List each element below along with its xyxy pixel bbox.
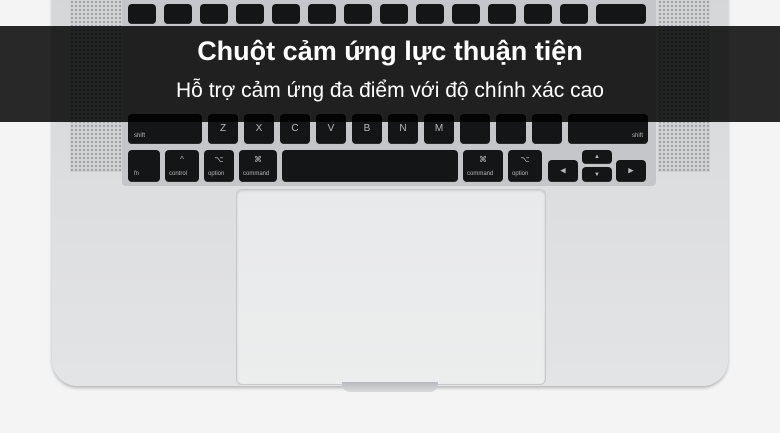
key-top-6 [308, 4, 336, 24]
key-label: Z [219, 123, 227, 134]
key-top-11 [488, 4, 516, 24]
key-label: X [255, 123, 263, 134]
option-symbol-icon: ⌥ [214, 155, 224, 164]
key-fn: fn [128, 150, 160, 182]
arrow-up-icon: ▲ [594, 154, 600, 160]
banner-subtitle: Hỗ trợ cảm ứng đa điểm với độ chính xác … [176, 79, 604, 102]
arrow-right-icon: ▶ [628, 167, 634, 175]
command-symbol-icon: ⌘ [479, 155, 487, 164]
option-symbol-icon: ⌥ [520, 155, 530, 164]
key-top-2 [164, 4, 192, 24]
key-arrow-right: ▶ [616, 160, 646, 182]
key-label: V [327, 123, 335, 134]
key-label: option [208, 171, 225, 177]
key-command-right: ⌘ command [463, 150, 503, 182]
key-label: command [243, 171, 270, 177]
key-command-left: ⌘ command [239, 150, 277, 182]
key-arrow-down: ▼ [582, 167, 612, 182]
key-label: C [291, 123, 299, 134]
arrow-down-icon: ▼ [594, 171, 600, 178]
key-label: M [434, 123, 444, 134]
key-top-3 [200, 4, 228, 24]
force-touch-trackpad [236, 189, 546, 385]
key-arrow-up: ▲ [582, 150, 612, 164]
key-top-9 [416, 4, 444, 24]
key-top-13 [560, 4, 588, 24]
banner-title: Chuột cảm ứng lực thuận tiện [197, 36, 583, 66]
key-top-1 [128, 4, 156, 24]
key-label: B [363, 123, 371, 134]
arrow-left-icon: ◀ [560, 167, 566, 175]
key-label: fn [134, 171, 140, 177]
key-space [282, 150, 458, 182]
control-symbol-icon: ^ [180, 155, 184, 164]
key-top-7 [344, 4, 372, 24]
key-label: command [467, 171, 494, 177]
command-symbol-icon: ⌘ [254, 155, 262, 164]
key-option-left: ⌥ option [204, 150, 234, 182]
key-label: control [169, 171, 188, 177]
key-label: shift [134, 133, 146, 139]
key-top-8 [380, 4, 408, 24]
key-top-12 [524, 4, 552, 24]
key-top-10 [452, 4, 480, 24]
key-top-14 [596, 4, 646, 24]
key-top-4 [236, 4, 264, 24]
key-control: ^ control [165, 150, 199, 182]
key-label: shift [631, 133, 643, 139]
key-label: option [512, 171, 529, 177]
lid-opening-notch [342, 382, 438, 392]
key-arrow-left: ◀ [548, 160, 578, 182]
key-option-right: ⌥ option [508, 150, 542, 182]
key-label: N [399, 123, 407, 134]
key-top-5 [272, 4, 300, 24]
